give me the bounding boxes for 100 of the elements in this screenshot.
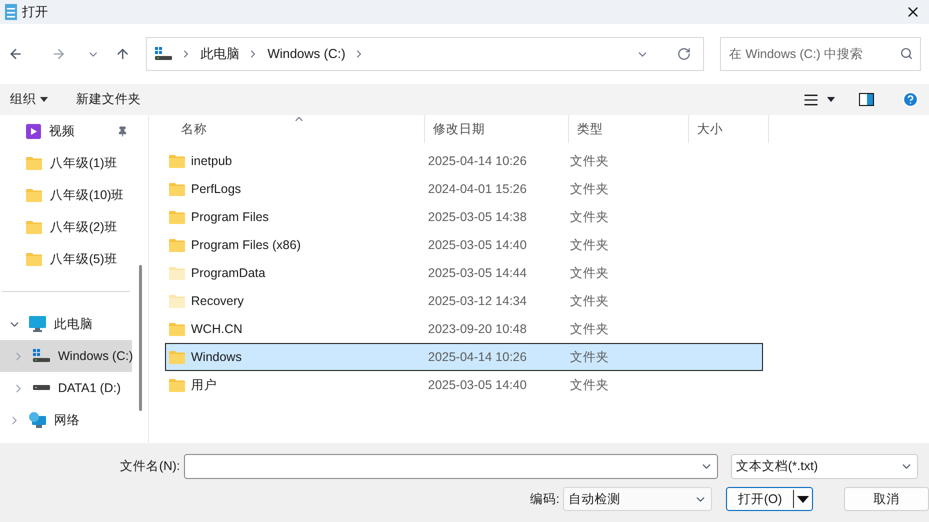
tree-item[interactable]: 网络: [0, 404, 132, 436]
file-type: 文件夹: [570, 180, 609, 198]
caret-icon[interactable]: [796, 496, 809, 502]
file-type: 文件夹: [570, 348, 609, 366]
breadcrumb[interactable]: Windows (C:): [267, 44, 346, 64]
file-date: 2025-03-12 14:34: [427, 292, 528, 310]
search-icon[interactable]: [900, 47, 913, 60]
new-folder-button[interactable]: 新建文件夹: [76, 90, 141, 109]
file-type: 文件夹: [570, 264, 609, 282]
folder-icon: [169, 266, 185, 280]
back-icon[interactable]: [8, 46, 24, 62]
file-type: 文件夹: [570, 292, 609, 310]
file-type: 文件夹: [570, 320, 609, 338]
file-name: inetpub: [191, 152, 232, 170]
cancel-button[interactable]: 取消: [844, 487, 929, 511]
tree-item[interactable]: 此电脑: [0, 308, 132, 340]
file-name: Program Files: [191, 208, 269, 226]
column-header[interactable]: 大小: [689, 115, 769, 143]
drive-icon: [33, 385, 50, 391]
sidebar-label: 八年级(2)班: [50, 218, 118, 236]
tree-label: Windows (C:): [58, 348, 134, 365]
sidebar-item[interactable]: 八年级(10)班: [0, 179, 132, 211]
folder-icon: [26, 252, 42, 266]
column-header[interactable]: 名称: [165, 115, 425, 143]
organize-button[interactable]: 组织: [10, 90, 48, 109]
file-date: 2025-03-05 14:40: [427, 376, 528, 394]
sidebar-item[interactable]: 八年级(2)班: [0, 211, 132, 243]
folder-icon: [169, 210, 185, 224]
file-row[interactable]: Program Files 2025-03-05 14:38 文件夹: [165, 203, 763, 231]
column-header[interactable]: 类型: [569, 115, 689, 143]
sidebar-item[interactable]: 视频: [0, 115, 132, 147]
window-title: 打开: [22, 3, 48, 22]
folder-icon: [26, 220, 42, 234]
refresh-icon[interactable]: [676, 47, 691, 61]
file-type: 文件夹: [570, 152, 609, 170]
file-name: Program Files (x86): [191, 236, 301, 254]
file-date: 2023-09-20 10:48: [427, 320, 528, 338]
sidebar-label: 视频: [49, 122, 76, 140]
file-row[interactable]: inetpub 2025-04-14 10:26 文件夹: [165, 147, 763, 175]
file-row[interactable]: Program Files (x86) 2025-03-05 14:40 文件夹: [165, 231, 763, 259]
tree-label: DATA1 (D:): [58, 380, 121, 397]
file-type-value: 文本文档(*.txt): [736, 458, 819, 476]
file-name: WCH.CN: [191, 320, 242, 338]
sidebar-label: 八年级(1)班: [50, 154, 118, 172]
column-header[interactable]: 修改日期: [425, 115, 569, 143]
open-button[interactable]: 打开(O): [726, 487, 813, 511]
drive-icon: [155, 47, 172, 61]
folder-icon: [169, 378, 185, 392]
folder-icon: [169, 294, 185, 308]
folder-icon: [169, 350, 185, 364]
file-type: 文件夹: [570, 236, 609, 254]
notepad-icon: [4, 3, 18, 21]
file-row[interactable]: Recovery 2025-03-12 14:34 文件夹: [165, 287, 763, 315]
pin-icon[interactable]: [117, 126, 128, 136]
tree-item[interactable]: Windows (C:): [0, 340, 132, 372]
scrollbar-thumb[interactable]: [138, 265, 142, 411]
file-date: 2025-04-14 10:26: [427, 152, 528, 170]
tree-item[interactable]: DATA1 (D:): [0, 372, 132, 404]
file-name: Windows: [191, 348, 242, 366]
file-type: 文件夹: [570, 208, 609, 226]
file-date: 2025-03-05 14:38: [427, 208, 528, 226]
drive-icon: [33, 349, 50, 363]
folder-icon: [26, 156, 42, 170]
breadcrumb[interactable]: 此电脑: [200, 44, 240, 64]
file-row[interactable]: PerfLogs 2024-04-01 15:26 文件夹: [165, 175, 763, 203]
file-name-field[interactable]: [184, 454, 718, 479]
file-date: 2025-03-05 14:40: [427, 236, 528, 254]
help-icon[interactable]: [902, 91, 919, 108]
file-name-label: 文件名(N):: [119, 458, 181, 476]
file-row[interactable]: WCH.CN 2023-09-20 10:48 文件夹: [165, 315, 763, 343]
sidebar-label: 八年级(10)班: [50, 186, 126, 204]
preview-pane-icon[interactable]: [859, 93, 874, 106]
file-date: 2025-04-14 10:26: [427, 348, 528, 366]
up-icon[interactable]: [115, 46, 130, 62]
folder-icon: [26, 188, 42, 202]
search-field[interactable]: 在 Windows (C:) 中搜索: [720, 37, 921, 71]
sidebar-item[interactable]: 八年级(5)班: [0, 243, 132, 275]
encoding-dropdown[interactable]: 自动检测: [563, 487, 712, 511]
file-type-dropdown[interactable]: 文本文档(*.txt): [731, 454, 918, 479]
network-icon: [29, 412, 46, 428]
encoding-value: 自动检测: [568, 490, 622, 508]
file-name: Recovery: [191, 292, 244, 310]
caret-icon[interactable]: [827, 97, 835, 102]
view-icon[interactable]: [803, 92, 819, 108]
file-type: 文件夹: [570, 376, 609, 394]
tree-label: 此电脑: [54, 316, 93, 333]
address-bar[interactable]: 此电脑 Windows (C:): [146, 37, 704, 71]
folder-icon: [169, 182, 185, 196]
file-date: 2025-03-05 14:44: [427, 264, 528, 282]
sidebar-item[interactable]: 八年级(1)班: [0, 147, 132, 179]
monitor-icon: [29, 316, 46, 332]
folder-icon: [169, 238, 185, 252]
file-row[interactable]: Windows 2025-04-14 10:26 文件夹: [165, 343, 763, 371]
sidebar-label: 八年级(5)班: [50, 250, 118, 268]
file-row[interactable]: ProgramData 2025-03-05 14:44 文件夹: [165, 259, 763, 287]
file-row[interactable]: 用户 2025-03-05 14:40 文件夹: [165, 371, 763, 399]
file-name: PerfLogs: [191, 180, 242, 198]
folder-icon: [169, 322, 185, 336]
file-name: 用户: [191, 376, 217, 394]
caret-icon: [40, 97, 48, 102]
